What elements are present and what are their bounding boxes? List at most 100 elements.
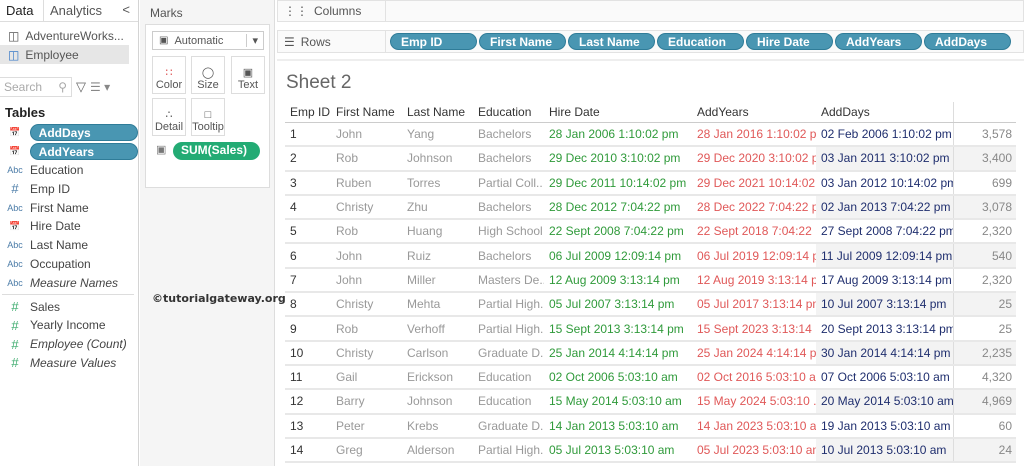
column-header[interactable]: Hire Date <box>544 102 692 123</box>
abc-type-icon: Abc <box>7 240 23 251</box>
sheet-title: Sheet 2 <box>286 72 352 93</box>
mark-type-dropdown[interactable]: ▣ Automatic ▾ <box>152 31 264 50</box>
table-cell: 15 May 2024 5:03:10 .. <box>692 389 816 415</box>
table-cell: John <box>331 122 402 148</box>
table-cell: 28 Dec 2022 7:04:22 p.. <box>692 194 816 221</box>
table-cell: 05 Jul 2013 5:03:10 am <box>544 437 692 464</box>
marks-card: Marks ▣ Automatic ▾ ∷ Color ◯ Size ▣ Text ∴ De… <box>140 0 275 466</box>
text-icon: ▣ <box>242 67 254 79</box>
watermark: ©tutorialgateway.org <box>152 292 286 305</box>
row-pill[interactable]: First Name <box>479 33 566 50</box>
field-item[interactable]: 📅 AddYears <box>0 142 138 161</box>
table-cell: Partial High.. <box>473 292 544 318</box>
row-pill[interactable]: Last Name <box>568 33 655 50</box>
field-item[interactable]: Abc Education <box>0 161 138 180</box>
collapse-icon[interactable]: < <box>114 0 138 21</box>
datasource-adventureworks[interactable]: ◫ AdventureWorks... <box>0 26 138 45</box>
sum-sales-pill[interactable]: SUM(Sales) <box>173 142 260 160</box>
row-pill[interactable]: AddYears <box>835 33 922 50</box>
table-cell: Johnson <box>402 146 473 172</box>
table-cell: Verhoff <box>402 316 473 342</box>
column-header[interactable]: Emp ID <box>285 102 331 123</box>
table-row: 2 Rob Johnson Bachelors 29 Dec 2010 3:10:02 … <box>285 146 1016 172</box>
date-type-icon: 📅 <box>9 126 21 137</box>
row-pill[interactable]: Education <box>657 33 744 50</box>
columns-shelf[interactable]: ⋮⋮ Columns <box>277 0 1024 22</box>
column-header[interactable]: Education <box>473 102 544 123</box>
field-item[interactable]: 📅 AddDays <box>0 123 138 142</box>
table-cell: Huang <box>402 219 473 245</box>
column-header[interactable]: AddYears <box>692 102 816 123</box>
table-cell: 14 Jan 2013 5:03:10 am <box>544 413 692 439</box>
table-cell: 540 <box>952 243 1016 269</box>
chevron-down-icon: ▾ <box>246 34 263 47</box>
tooltip-button[interactable]: □ Tooltip <box>191 98 225 136</box>
color-button[interactable]: ∷ Color <box>152 56 186 94</box>
table-cell: 8 <box>285 292 331 318</box>
table-cell: 22 Sept 2018 7:04:22 .. <box>692 219 816 245</box>
tab-data[interactable]: Data <box>0 0 44 21</box>
field-item[interactable]: # Emp ID <box>0 179 138 198</box>
table-cell: Johnson <box>402 389 473 415</box>
column-header[interactable]: First Name <box>331 102 402 123</box>
table-cell: Partial High.. <box>473 437 544 464</box>
table-cell: 10 <box>285 340 331 366</box>
table-cell: Bachelors <box>473 243 544 269</box>
column-header[interactable] <box>952 102 1016 123</box>
table-row: 12 Barry Johnson Education 15 May 2014 5:03:… <box>285 389 1016 415</box>
detail-button[interactable]: ∴ Detail <box>152 98 186 136</box>
table-row: 8 Christy Mehta Partial High.. 05 Jul 2007 3… <box>285 292 1016 318</box>
table-cell: Graduate D.. <box>473 340 544 366</box>
table-cell: Krebs <box>402 413 473 439</box>
table-cell: 12 Aug 2009 3:13:14 pm <box>544 267 692 294</box>
table-cell: 29 Dec 2011 10:14:02 pm <box>544 170 692 196</box>
table-cell: 30 Jan 2014 4:14:14 pm <box>816 340 953 366</box>
table-cell: 02 Oct 2006 5:03:10 am <box>544 364 692 391</box>
table-cell: Torres <box>402 170 473 196</box>
search-input[interactable]: Search ⚲ <box>0 77 72 97</box>
table-row: 11 Gail Erickson Education 02 Oct 2006 5:03:… <box>285 364 1016 391</box>
table-cell: Education <box>473 389 544 415</box>
abc-type-icon: Abc <box>7 258 23 269</box>
table-cell: 2,235 <box>952 340 1016 366</box>
table-cell: 02 Oct 2016 5:03:10 am <box>692 364 816 391</box>
text-mark-icon: ▣ <box>159 35 169 46</box>
table-cell: 29 Dec 2010 3:10:02 pm <box>544 146 692 172</box>
tab-analytics[interactable]: Analytics <box>44 0 108 21</box>
table-cell: 11 <box>285 364 331 391</box>
measure-item[interactable]: # Sales <box>0 297 138 316</box>
row-pill[interactable]: Hire Date <box>746 33 833 50</box>
table-cell: 28 Jan 2006 1:10:02 pm <box>544 122 692 148</box>
table-cell: 02 Feb 2006 1:10:02 pm <box>816 122 953 148</box>
table-cell: Mehta <box>402 292 473 318</box>
row-pill[interactable]: Emp ID <box>390 33 477 50</box>
field-item[interactable]: 📅 Hire Date <box>0 217 138 236</box>
table-cell: Gail <box>331 364 402 391</box>
table-cell: 3 <box>285 170 331 196</box>
field-item[interactable]: Abc First Name <box>0 198 138 217</box>
size-button[interactable]: ◯ Size <box>191 56 225 94</box>
table-row: 13 Peter Krebs Graduate D.. 14 Jan 2013 5:03… <box>285 413 1016 439</box>
table-cell: High School <box>473 219 544 245</box>
table-cell: Christy <box>331 340 402 366</box>
measure-item[interactable]: # Employee (Count) <box>0 335 138 354</box>
column-header[interactable]: AddDays <box>816 102 953 123</box>
table-cell: Bachelors <box>473 194 544 221</box>
field-item[interactable]: Abc Last Name <box>0 236 138 255</box>
rows-shelf[interactable]: ☰ Rows Emp ID First Name Last Name Education H… <box>277 30 1024 53</box>
filter-icon[interactable]: ▽ <box>76 79 86 95</box>
field-item[interactable]: Abc Measure Names <box>0 273 138 292</box>
field-item[interactable]: Abc Occupation <box>0 255 138 274</box>
measure-item[interactable]: # Yearly Income <box>0 316 138 335</box>
table-cell: 3,578 <box>952 122 1016 148</box>
table-cell: Rob <box>331 219 402 245</box>
row-pill[interactable]: AddDays <box>924 33 1011 50</box>
column-header[interactable]: Last Name <box>402 102 473 123</box>
measure-item[interactable]: # Measure Values <box>0 354 138 373</box>
view-toggle-icon[interactable]: ☰ ▾ <box>90 80 110 94</box>
marks-title: Marks <box>150 6 183 20</box>
table-cell: 12 Aug 2019 3:13:14 p.. <box>692 267 816 294</box>
text-button[interactable]: ▣ Text <box>231 56 265 94</box>
datasource-employee[interactable]: ◫ Employee <box>0 45 129 64</box>
table-row: 3 Ruben Torres Partial Coll.. 29 Dec 2011 10… <box>285 170 1016 196</box>
